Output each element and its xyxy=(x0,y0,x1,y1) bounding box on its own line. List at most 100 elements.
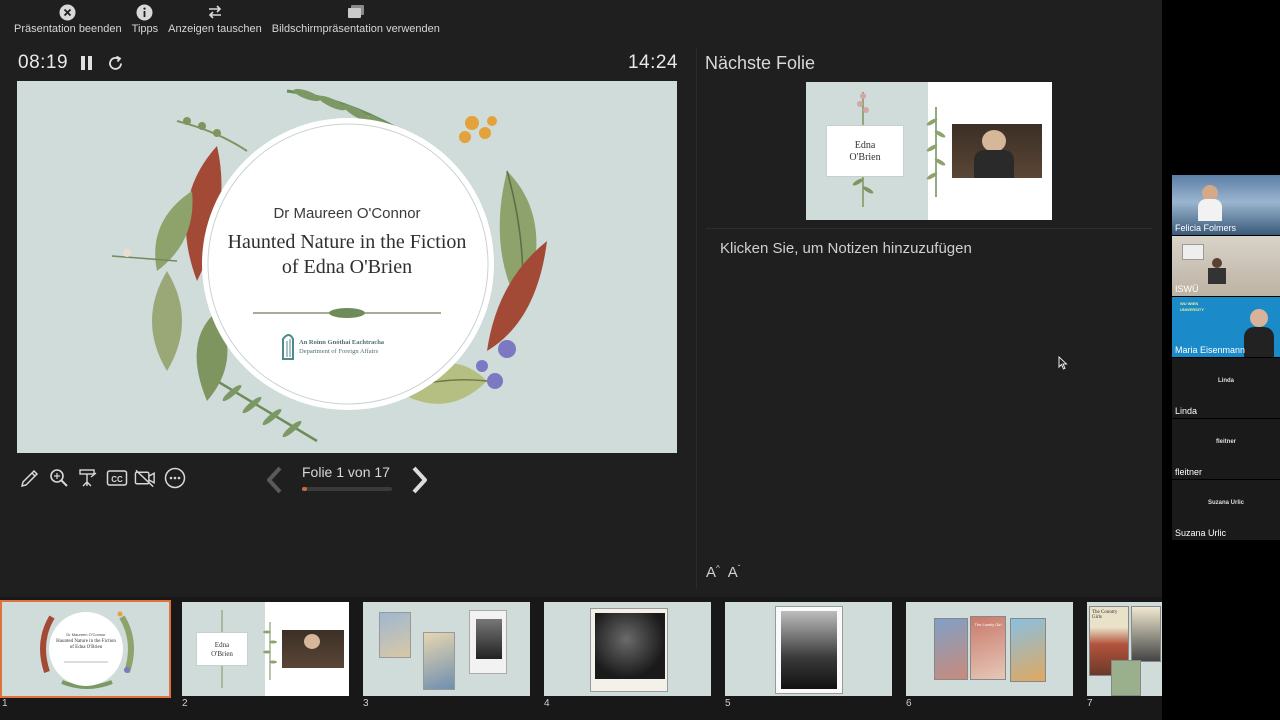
close-circle-icon xyxy=(59,3,77,21)
thumbnail-6-book-1 xyxy=(934,618,968,680)
thumbnail-slide-7[interactable]: The Country Girls xyxy=(1087,602,1162,696)
tips-button[interactable]: Tipps xyxy=(130,3,161,35)
previous-slide-button[interactable] xyxy=(262,464,288,496)
presenter-view: Präsentation beenden Tipps Anzeigen taus… xyxy=(0,0,1162,720)
next-slide-name-line-2: O'Brien xyxy=(849,152,881,163)
participant-center-name: Suzana Urlic xyxy=(1207,500,1244,506)
thumbnail-number-4: 4 xyxy=(544,698,550,709)
participant-face xyxy=(1250,309,1268,327)
thumbnail-number-2: 2 xyxy=(182,698,188,709)
slide-title-line-1: Haunted Nature in the Fiction xyxy=(227,231,467,253)
mouse-cursor-icon xyxy=(1058,356,1068,370)
speaker-notes-placeholder[interactable]: Klicken Sie, um Notizen hinzuzufügen xyxy=(720,240,972,257)
pen-tool-button[interactable] xyxy=(18,465,41,491)
next-slide-button[interactable] xyxy=(406,464,432,496)
chevron-left-icon xyxy=(267,466,282,494)
decrease-font-button[interactable]: Aˇ xyxy=(728,564,741,581)
thumbnail-slide-5[interactable] xyxy=(725,602,892,696)
participant-name: Felicia Folmers xyxy=(1175,223,1237,233)
slide-navigation: Folie 1 von 17 xyxy=(262,460,432,500)
use-slideshow-button[interactable]: Bildschirmpräsentation verwenden xyxy=(270,3,442,35)
participant-name: ISWÜ xyxy=(1175,284,1199,294)
participant-tile-suzana[interactable]: Suzana Urlic Suzana Urlic xyxy=(1172,480,1280,540)
next-slide-preview[interactable]: Edna O'Brien xyxy=(806,82,1052,220)
more-options-button[interactable] xyxy=(163,465,186,491)
thumbnail-7-book-2 xyxy=(1131,606,1161,662)
thumbnail-5-photo xyxy=(775,606,843,694)
laser-pointer-button[interactable] xyxy=(76,465,99,491)
participant-banner: WU WIEN UNIVERSITY xyxy=(1180,301,1205,312)
screens-icon xyxy=(347,3,365,21)
end-presentation-label: Präsentation beenden xyxy=(14,23,122,35)
participant-center-name: Linda xyxy=(1218,378,1234,384)
thumbnail-7-book-3 xyxy=(1111,660,1141,696)
clock: 14:24 xyxy=(627,52,678,73)
notes-font-controls: A^ Aˇ xyxy=(706,564,740,581)
more-icon xyxy=(164,467,185,489)
thumbnail-2-photo xyxy=(282,630,344,668)
current-slide[interactable]: Dr Maureen O'Connor Haunted Nature in th… xyxy=(17,81,677,453)
end-presentation-button[interactable]: Präsentation beenden xyxy=(12,3,124,35)
thumbnail-slide-3[interactable] xyxy=(363,602,530,696)
department-logo-line-1: An Roinn Gnóthaí Eachtracha xyxy=(299,339,385,346)
presentation-progress-bar xyxy=(302,487,392,491)
department-logo-line-2: Department of Foreign Affairs xyxy=(299,348,379,355)
timer-row: 08:19 14:24 xyxy=(18,50,678,76)
closed-caption-icon: CC xyxy=(106,470,127,486)
participant-name: Suzana Urlic xyxy=(1175,528,1227,538)
pause-icon xyxy=(81,56,93,70)
elapsed-timer: 08:19 xyxy=(18,52,69,73)
thumbnail-slide-4[interactable] xyxy=(544,602,711,696)
subtitles-button[interactable]: CC xyxy=(105,465,128,491)
next-slide-label: Nächste Folie xyxy=(705,53,816,73)
thumbnail-1-title-2: of Edna O'Brien xyxy=(69,645,103,650)
thumbnail-2-name-2: O'Brien xyxy=(211,650,233,658)
thumbnail-slide-6[interactable]: The Lonely Girl xyxy=(906,602,1073,696)
magnifier-icon xyxy=(49,469,68,487)
participant-gallery: Felicia Folmers ISWÜ WU WIEN UNIVERSITY … xyxy=(1162,0,1280,720)
slide-speaker: Dr Maureen O'Connor xyxy=(273,205,421,222)
top-toolbar: Präsentation beenden Tipps Anzeigen taus… xyxy=(0,0,442,42)
thumbnail-6-book-3 xyxy=(1010,618,1046,682)
caret-up-icon: ^ xyxy=(716,564,720,573)
camera-toggle-button[interactable] xyxy=(134,465,157,491)
increase-font-button[interactable]: A^ xyxy=(706,564,720,581)
chevron-right-icon xyxy=(412,466,427,494)
thumbnail-6-book-2: The Lonely Girl xyxy=(970,616,1006,680)
participant-face xyxy=(1212,258,1222,268)
panel-divider xyxy=(696,48,697,588)
thumbnail-1-title-1: Haunted Nature in the Fiction xyxy=(56,639,116,644)
participant-name: Maria Eisenmann xyxy=(1175,345,1246,355)
slide-title-line-2: of Edna O'Brien xyxy=(281,256,413,278)
participant-tile-maria[interactable]: WU WIEN UNIVERSITY Maria Eisenmann xyxy=(1172,297,1280,357)
participant-tile-felicia[interactable]: Felicia Folmers xyxy=(1172,175,1280,235)
pause-button[interactable] xyxy=(78,54,96,72)
thumbnail-2-name-1: Edna xyxy=(214,641,230,649)
thumbnail-6-book-title: The Lonely Girl xyxy=(974,622,1002,627)
swap-displays-button[interactable]: Anzeigen tauschen xyxy=(166,3,264,35)
zoom-button[interactable] xyxy=(47,465,70,491)
svg-text:CC: CC xyxy=(111,475,123,484)
thumbnail-1-speaker: Dr Maureen O'Connor xyxy=(66,632,106,637)
participant-name: fleitner xyxy=(1175,467,1203,477)
participant-tile-iswu[interactable]: ISWÜ xyxy=(1172,236,1280,296)
thumbnail-number-1: 1 xyxy=(2,698,8,709)
thumbnail-number-5: 5 xyxy=(725,698,731,709)
video-off-icon xyxy=(134,469,155,488)
thumbnail-number-6: 6 xyxy=(906,698,912,709)
thumbnail-3-book-cover-2 xyxy=(423,632,455,690)
reset-timer-button[interactable] xyxy=(106,54,124,72)
participant-tile-fleitner[interactable]: fleitner fleitner xyxy=(1172,419,1280,479)
next-slide-name-line-1: Edna xyxy=(854,140,876,151)
pen-icon xyxy=(20,469,38,488)
thumbnail-slide-1[interactable]: Dr Maureen O'Connor Haunted Nature in th… xyxy=(0,600,171,698)
participant-body xyxy=(1198,199,1222,221)
info-icon xyxy=(136,3,154,21)
participant-tile-linda[interactable]: Linda Linda xyxy=(1172,358,1280,418)
decrease-font-label: A xyxy=(727,564,738,581)
participant-name: Linda xyxy=(1175,406,1198,416)
thumbnail-slide-2[interactable]: Edna O'Brien xyxy=(182,602,349,696)
participant-body xyxy=(1244,327,1274,357)
participant-background-frame xyxy=(1182,244,1204,260)
thumbnail-4-photo xyxy=(590,608,668,692)
